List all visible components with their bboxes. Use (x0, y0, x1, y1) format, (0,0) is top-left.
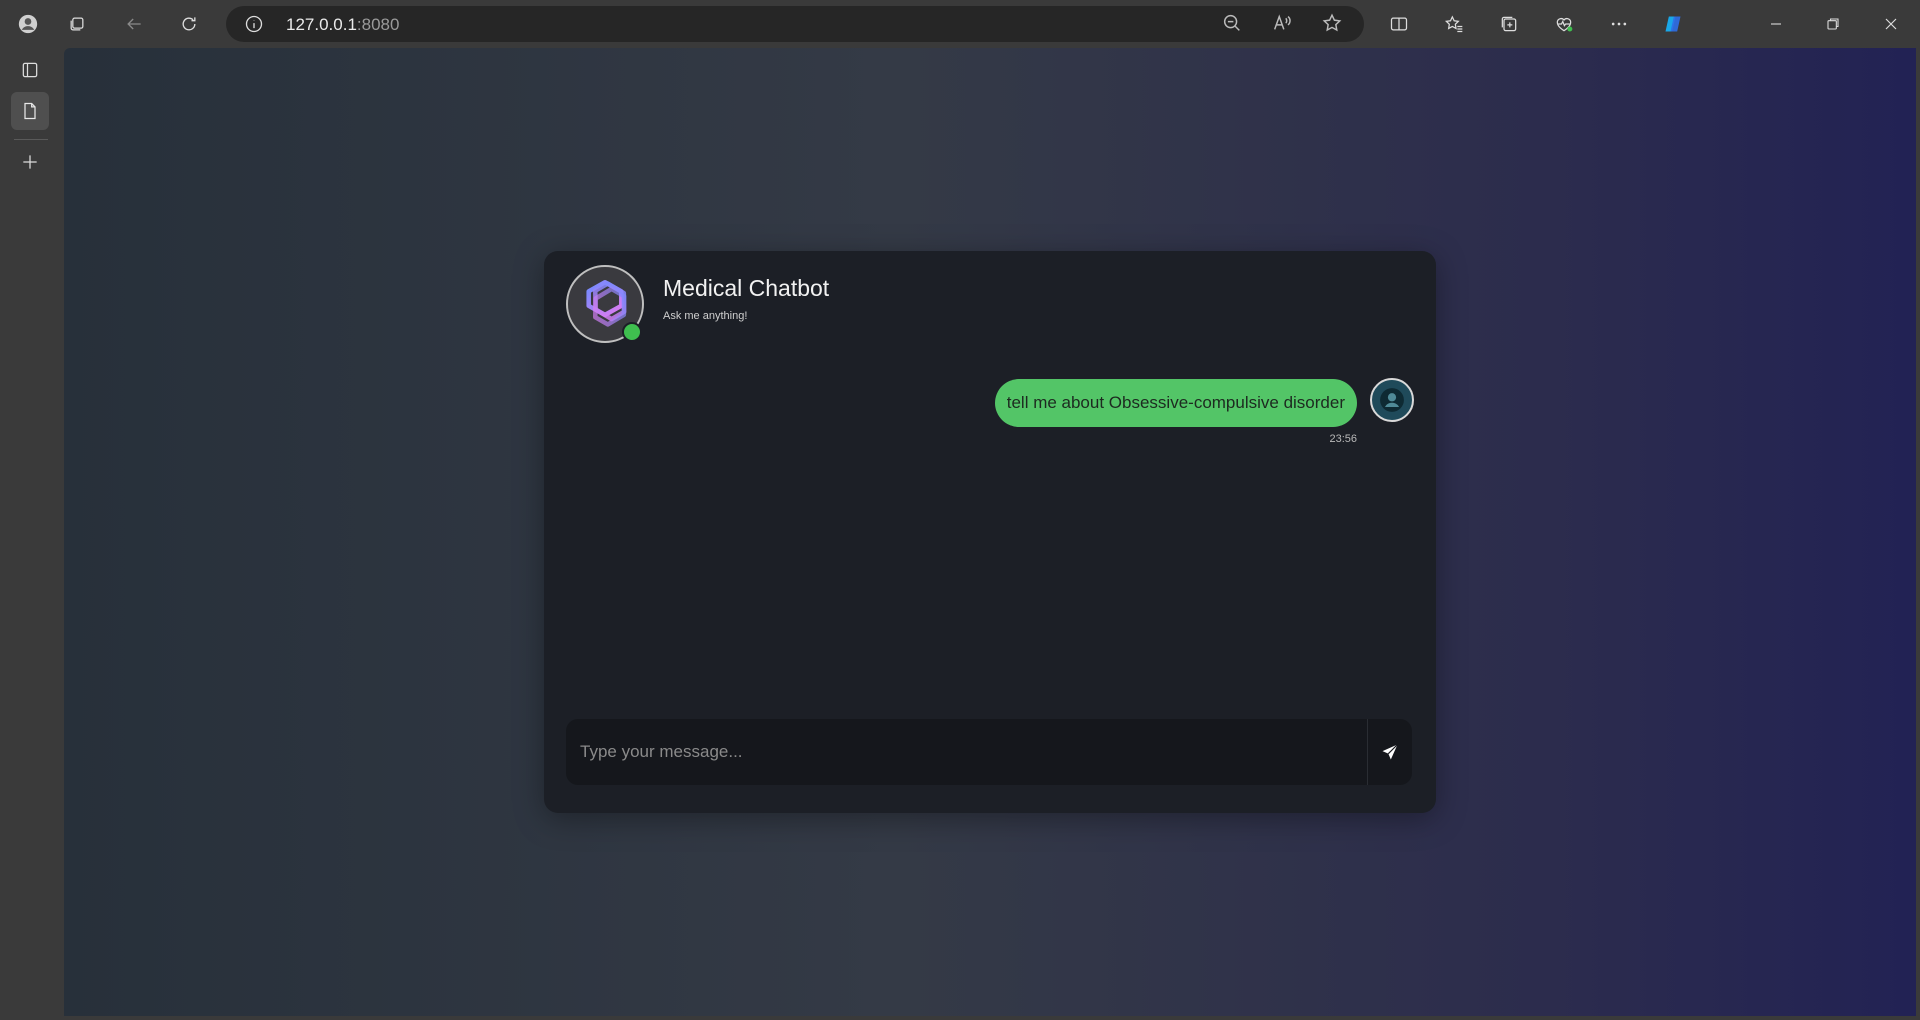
restore-icon[interactable] (1817, 8, 1849, 40)
tab-current-page[interactable] (11, 92, 49, 130)
browser-toolbar: 127.0.0.1:8080 (0, 0, 1920, 47)
collections-icon[interactable] (1493, 8, 1525, 40)
message-input-row (566, 719, 1412, 785)
site-info-icon[interactable] (244, 14, 264, 34)
refresh-icon[interactable] (173, 8, 205, 40)
more-options-icon[interactable] (1603, 8, 1635, 40)
favorites-icon[interactable] (1438, 8, 1470, 40)
url-host: 127.0.0.1 (286, 15, 357, 34)
chat-title: Medical Chatbot (663, 275, 830, 301)
minimize-icon[interactable] (1760, 8, 1792, 40)
tab-actions-icon[interactable] (11, 51, 49, 89)
page-icon (24, 102, 36, 120)
url-port: :8080 (356, 15, 400, 34)
copilot-icon[interactable] (1657, 8, 1689, 40)
sidebar-divider (14, 139, 48, 140)
page-viewport: Medical Chatbot Ask me anything! tell me… (64, 48, 1916, 1016)
message-list: tell me about Obsessive-compulsive disor… (544, 351, 1436, 716)
user-avatar (1370, 378, 1414, 422)
user-avatar-icon (1380, 388, 1404, 412)
url-text[interactable]: 127.0.0.1:8080 (286, 15, 399, 35)
user-message-bubble: tell me about Obsessive-compulsive disor… (994, 379, 1357, 427)
split-screen-icon[interactable] (1383, 8, 1415, 40)
message-input[interactable] (566, 719, 1366, 785)
workspaces-icon[interactable] (61, 8, 93, 40)
online-status-indicator (622, 322, 642, 342)
chat-card: Medical Chatbot Ask me anything! tell me… (544, 251, 1436, 813)
profile-icon[interactable] (12, 8, 44, 40)
browser-essentials-icon[interactable] (1548, 8, 1580, 40)
favorite-star-icon[interactable] (1321, 12, 1345, 36)
message-timestamp: 23:56 (1329, 433, 1357, 445)
send-button[interactable] (1367, 719, 1412, 785)
chat-header: Medical Chatbot Ask me anything! (544, 251, 1436, 351)
chat-subtitle: Ask me anything! (663, 310, 748, 322)
new-tab-icon[interactable] (11, 143, 49, 181)
read-aloud-icon[interactable] (1271, 12, 1295, 36)
zoom-out-icon[interactable] (1221, 12, 1245, 36)
address-bar[interactable]: 127.0.0.1:8080 (226, 6, 1364, 42)
vertical-tabs-sidebar (0, 47, 62, 1020)
back-icon[interactable] (118, 8, 150, 40)
send-icon (1382, 744, 1398, 760)
close-window-icon[interactable] (1875, 8, 1907, 40)
